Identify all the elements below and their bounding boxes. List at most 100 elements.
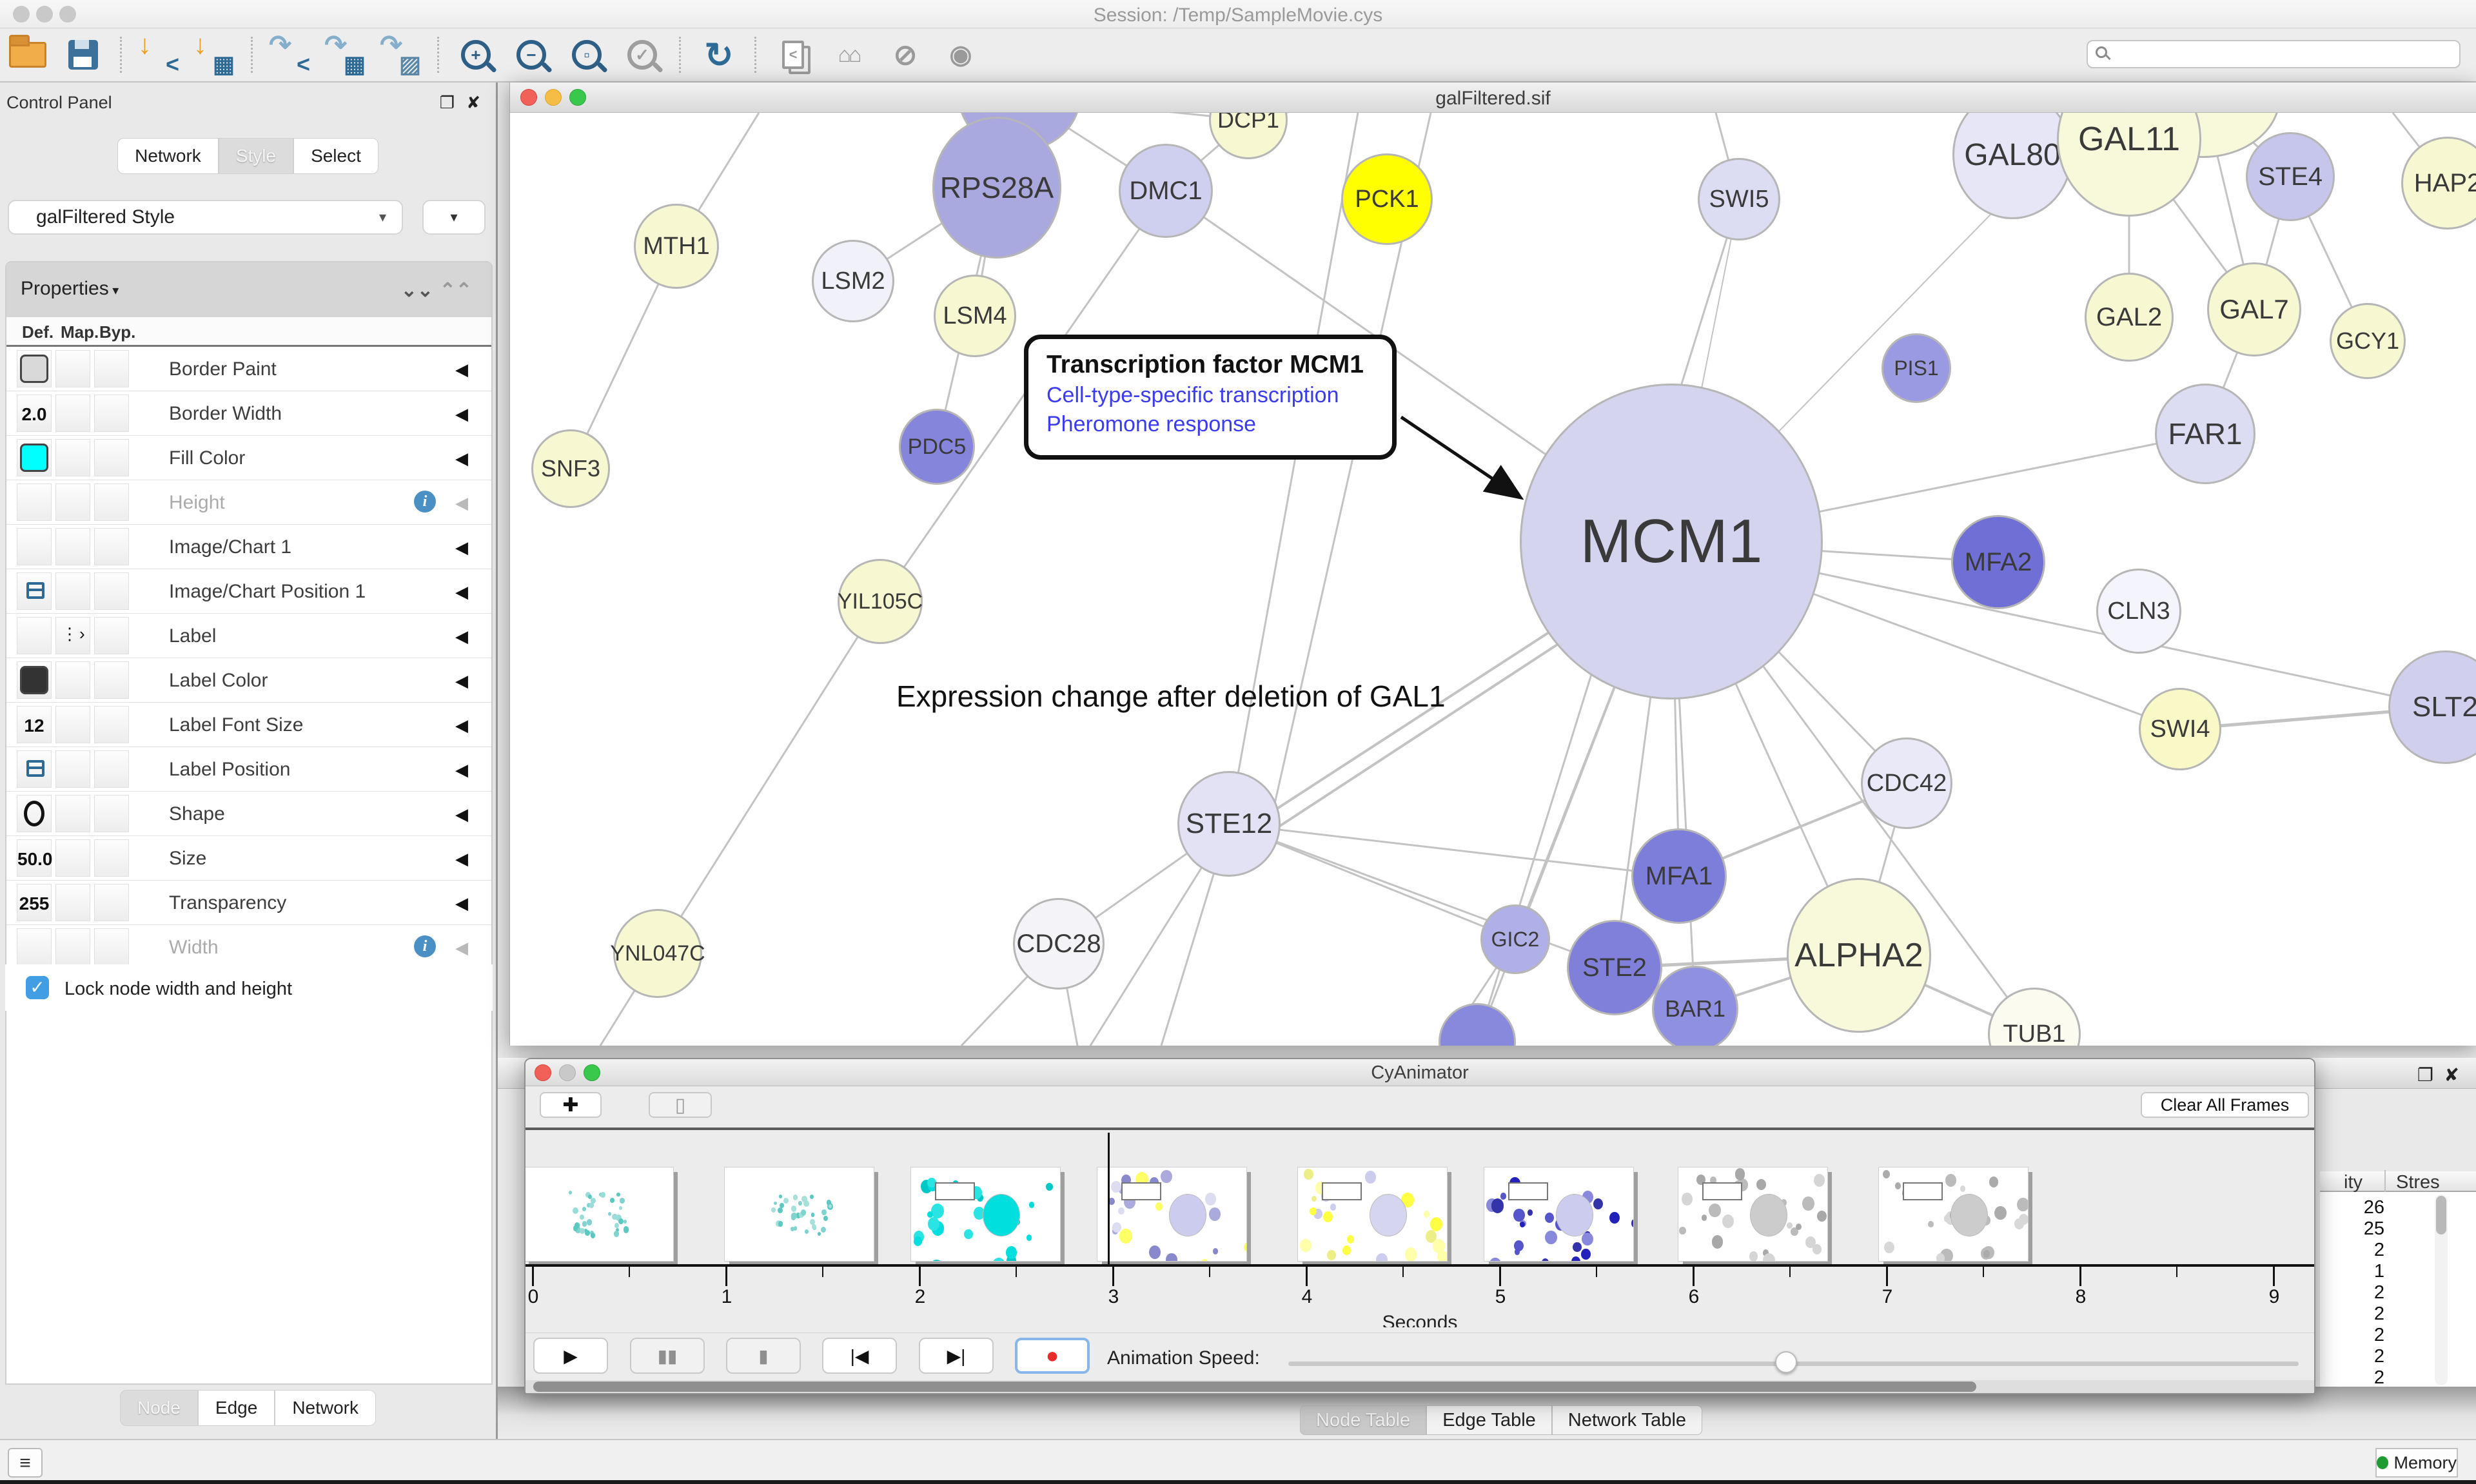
- node-ste4[interactable]: STE4: [2246, 132, 2335, 221]
- zoom-out-icon[interactable]: −: [507, 32, 555, 78]
- frame-6[interactable]: [1484, 1167, 1634, 1262]
- expand-all-icon[interactable]: ⌄⌄: [401, 279, 433, 302]
- table-values[interactable]: 26252122222: [2320, 1192, 2476, 1389]
- add-frame-button[interactable]: ✚: [540, 1092, 602, 1118]
- default-value[interactable]: 12: [17, 716, 51, 736]
- expand-property-icon[interactable]: ◀: [455, 671, 468, 691]
- import-table-icon[interactable]: ↓▦: [190, 32, 238, 78]
- property-row[interactable]: Heighti◀: [6, 480, 491, 525]
- node-gcy1[interactable]: GCY1: [2330, 303, 2406, 379]
- clear-all-frames-button[interactable]: Clear All Frames: [2141, 1092, 2309, 1118]
- node-swi5[interactable]: SWI5: [1698, 158, 1780, 240]
- task-history-button[interactable]: ≡: [8, 1448, 43, 1478]
- panel-tab-node[interactable]: Node: [120, 1390, 198, 1426]
- lock-node-size-checkbox[interactable]: ✓: [26, 976, 49, 999]
- frame-3[interactable]: [910, 1167, 1061, 1262]
- export-table-icon[interactable]: ↷▦: [321, 32, 369, 78]
- position-icon[interactable]: [26, 582, 44, 599]
- collapse-all-icon[interactable]: ⌃⌃: [440, 279, 472, 302]
- position-icon[interactable]: [26, 760, 44, 777]
- property-row[interactable]: Image/Chart 1◀: [6, 525, 491, 569]
- node-mcm1[interactable]: MCM1: [1520, 384, 1823, 699]
- frame-7[interactable]: [1678, 1167, 1828, 1262]
- table-cell[interactable]: 26: [2339, 1197, 2384, 1218]
- tab-network[interactable]: Network: [117, 138, 219, 174]
- node-ste12[interactable]: STE12: [1177, 771, 1281, 877]
- expand-property-icon[interactable]: ◀: [455, 627, 468, 647]
- node-gic2[interactable]: GIC2: [1480, 904, 1550, 974]
- expand-property-icon[interactable]: ◀: [455, 893, 468, 913]
- property-row[interactable]: Widthi◀: [6, 925, 491, 970]
- default-value-swatch[interactable]: [20, 444, 48, 472]
- style-options-button[interactable]: ▾: [422, 200, 486, 235]
- property-row[interactable]: 50.0Size◀: [6, 836, 491, 881]
- memory-button[interactable]: Memory: [2375, 1448, 2458, 1478]
- node-swi4[interactable]: SWI4: [2139, 688, 2221, 770]
- zoom-fit-icon[interactable]: ▫: [563, 32, 611, 78]
- default-value[interactable]: 50.0: [17, 849, 51, 870]
- property-row[interactable]: 2.0Border Width◀: [6, 391, 491, 436]
- node-cdc28[interactable]: CDC28: [1013, 898, 1105, 990]
- table-cell[interactable]: 1: [2339, 1261, 2384, 1282]
- show-all-icon[interactable]: ◉: [936, 32, 983, 78]
- default-value[interactable]: 2.0: [17, 404, 51, 425]
- node-gal2[interactable]: GAL2: [2085, 273, 2174, 362]
- property-row[interactable]: ⋮›Label◀: [6, 614, 491, 658]
- node-yil105c[interactable]: YIL105C: [838, 559, 923, 644]
- expand-property-icon[interactable]: ◀: [455, 493, 468, 513]
- node-rps28a[interactable]: RPS28A: [932, 117, 1061, 259]
- node-mfa1[interactable]: MFA1: [1631, 828, 1727, 924]
- frame-2[interactable]: [724, 1167, 874, 1262]
- frame-5[interactable]: [1297, 1167, 1448, 1262]
- discrete-mapping-icon[interactable]: ⋮›: [61, 624, 86, 644]
- expand-property-icon[interactable]: ◀: [455, 582, 468, 602]
- export-network-icon[interactable]: ↷<: [266, 32, 313, 78]
- property-row[interactable]: Shape◀: [6, 792, 491, 836]
- frame-1[interactable]: [526, 1167, 674, 1262]
- node-lsm2[interactable]: LSM2: [812, 240, 894, 322]
- annotation-link[interactable]: Pheromone response: [1046, 412, 1392, 437]
- import-network-icon[interactable]: ↓<: [135, 32, 182, 78]
- node-ste2[interactable]: STE2: [1567, 920, 1662, 1015]
- network-titlebar[interactable]: galFiltered.sif: [510, 83, 2476, 113]
- panel-tab-network[interactable]: Network: [275, 1390, 376, 1426]
- node-alpha2[interactable]: ALPHA2: [1787, 878, 1931, 1033]
- table-scrollbar[interactable]: [2435, 1195, 2448, 1385]
- property-row[interactable]: Label Color◀: [6, 658, 491, 703]
- cyanimator-timeline[interactable]: 0123456789 Seconds: [526, 1130, 2314, 1327]
- search-input[interactable]: [2087, 40, 2461, 68]
- cyanimator-scrollbar[interactable]: [526, 1380, 2314, 1393]
- expand-property-icon[interactable]: ◀: [455, 760, 468, 780]
- tab-edge-table[interactable]: Edge Table: [1426, 1405, 1552, 1435]
- search-homes-icon[interactable]: ⌂⌂: [825, 32, 872, 78]
- frame-8[interactable]: [1878, 1167, 2029, 1262]
- next-frame-button[interactable]: ▶|: [919, 1338, 994, 1374]
- annotation-link[interactable]: Cell-type-specific transcription: [1046, 383, 1392, 408]
- properties-header[interactable]: Properties ⌄⌄ ⌃⌃: [6, 262, 491, 317]
- property-row[interactable]: Fill Color◀: [6, 436, 491, 480]
- close-panel-icon[interactable]: ✘: [466, 93, 480, 113]
- record-button[interactable]: ●: [1015, 1338, 1090, 1374]
- zoom-selected-icon[interactable]: ✓: [618, 32, 666, 78]
- expand-property-icon[interactable]: ◀: [455, 538, 468, 558]
- animation-speed-thumb[interactable]: [1775, 1351, 1797, 1373]
- property-row[interactable]: 12Label Font Size◀: [6, 703, 491, 747]
- node-cdc42[interactable]: CDC42: [1861, 737, 1952, 829]
- expand-property-icon[interactable]: ◀: [455, 805, 468, 825]
- tab-style[interactable]: Style: [219, 138, 293, 174]
- node-bar1[interactable]: BAR1: [1652, 966, 1738, 1046]
- previous-frame-button[interactable]: |◀: [822, 1338, 897, 1374]
- node-mth1[interactable]: MTH1: [634, 204, 719, 289]
- table-cell[interactable]: 25: [2339, 1218, 2384, 1240]
- hide-selected-icon[interactable]: ⊘: [880, 32, 928, 78]
- panel-tab-edge[interactable]: Edge: [198, 1390, 275, 1426]
- duplicate-network-icon[interactable]: <: [769, 32, 817, 78]
- float-table-icon[interactable]: ❐: [2417, 1064, 2433, 1086]
- table-cell[interactable]: 2: [2339, 1367, 2384, 1389]
- property-row[interactable]: Image/Chart Position 1◀: [6, 569, 491, 614]
- expand-property-icon[interactable]: ◀: [455, 360, 468, 380]
- node-pck1[interactable]: PCK1: [1341, 153, 1433, 245]
- delete-frame-button[interactable]: ▯: [649, 1092, 712, 1118]
- close-table-icon[interactable]: ✘: [2444, 1064, 2459, 1086]
- refresh-view-icon[interactable]: ↻: [694, 32, 742, 78]
